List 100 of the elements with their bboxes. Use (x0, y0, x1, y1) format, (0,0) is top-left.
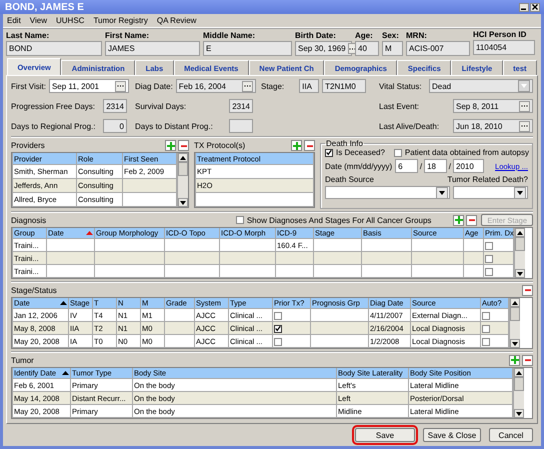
plus-icon (166, 142, 174, 150)
death-source-dropdown[interactable] (325, 186, 450, 199)
text-field[interactable]: 1104054 (473, 40, 535, 55)
checkbox[interactable] (482, 312, 490, 320)
down-arrow-icon (516, 412, 522, 416)
up-arrow-icon (180, 156, 186, 160)
number-field[interactable]: 2314 (229, 99, 253, 113)
window-title: BOND, JAMES E (5, 2, 84, 12)
date-field[interactable]: Sep 8, 2011 (453, 99, 533, 113)
minus-icon (468, 217, 475, 223)
date-separator: / (420, 162, 422, 170)
date-part-field[interactable]: 2010 (453, 159, 484, 173)
plus-icon (510, 356, 518, 364)
remove-button[interactable] (522, 284, 533, 296)
menu-item[interactable]: View (30, 16, 47, 25)
checkbox[interactable] (274, 312, 282, 320)
down-arrow-icon (517, 272, 523, 276)
checkbox[interactable] (482, 324, 490, 332)
date-picker-button[interactable] (114, 80, 126, 92)
checkbox[interactable] (485, 242, 493, 250)
scrollbar[interactable] (509, 298, 520, 348)
field-label: Last Alive/Death: (379, 122, 440, 130)
checkbox[interactable] (394, 148, 402, 156)
dialog-button[interactable]: Cancel (489, 428, 533, 442)
menu-item[interactable]: QA Review (156, 16, 196, 25)
text-field[interactable]: ACIS-007 (406, 41, 470, 56)
text-field[interactable]: JAMES (105, 41, 200, 56)
field-label: Birth Date: (295, 31, 337, 41)
field-label: First Visit: (11, 82, 46, 90)
remove-button[interactable] (178, 140, 189, 151)
date-part-field[interactable]: 18 (424, 159, 447, 173)
section-title: Stage/Status (11, 286, 57, 294)
date-picker-button[interactable] (519, 100, 530, 112)
field-label: Diag Date: (135, 82, 173, 90)
date-field[interactable]: Jun 18, 2010 (453, 119, 533, 133)
field-label: Last Event: (379, 102, 420, 110)
checkbox-label: Show Diagnoses And Stages For All Cancer Groups (246, 216, 432, 224)
add-button[interactable] (291, 140, 302, 151)
stage-field[interactable]: T2N1M0 (322, 79, 366, 93)
add-button[interactable] (509, 354, 520, 366)
date-separator: / (448, 162, 451, 170)
minimize-button[interactable] (519, 2, 529, 12)
date-field[interactable]: Sep 11, 2001 (48, 79, 129, 93)
menu-item[interactable]: UUHSC (56, 16, 84, 25)
checkbox[interactable] (485, 268, 493, 276)
checkbox[interactable] (274, 324, 282, 332)
field-label: Vital Status: (379, 82, 422, 90)
section-title: Tumor (11, 356, 34, 364)
plus-icon (454, 216, 463, 224)
dialog-button[interactable]: Save (355, 428, 415, 442)
minus-icon (524, 357, 530, 363)
section-title: Diagnosis (11, 216, 46, 224)
dialog-button[interactable]: Save & Close (423, 428, 481, 442)
scrollbar[interactable] (177, 153, 188, 207)
date-field[interactable]: Feb 16, 2004 (176, 79, 256, 93)
down-arrow-icon (180, 200, 186, 204)
text-field[interactable]: M (382, 41, 403, 56)
menu-item[interactable]: Tumor Registry (93, 16, 148, 25)
field-label: Stage: (261, 82, 284, 90)
number-field[interactable] (229, 119, 253, 133)
checkbox-label: Is Deceased? (336, 148, 385, 157)
close-button[interactable] (530, 2, 540, 12)
number-field[interactable]: 0 (103, 119, 127, 133)
add-button[interactable] (165, 140, 176, 151)
text-field[interactable]: BOND (6, 41, 102, 56)
date-part-field[interactable]: 6 (395, 159, 418, 173)
field-label: Sex: (382, 31, 400, 41)
date-picker-button[interactable] (242, 80, 253, 92)
close-icon (532, 4, 538, 10)
scrollbar[interactable] (514, 228, 525, 278)
checkbox[interactable] (274, 338, 282, 346)
dropdown-arrow-icon (517, 190, 523, 194)
checkbox-label: Patient data obtained from autopsy (404, 148, 530, 157)
field-label: MRN: (406, 31, 428, 41)
remove-button[interactable] (466, 214, 478, 226)
text-field[interactable]: 40 (355, 41, 379, 56)
tumor-related-dropdown[interactable] (453, 186, 528, 199)
field-label: First Name: (105, 31, 150, 41)
date-field[interactable]: Sep 30, 1969 (295, 41, 352, 56)
remove-button[interactable] (522, 354, 533, 366)
remove-button[interactable] (304, 140, 315, 151)
scrollbar[interactable] (513, 368, 524, 418)
status-dropdown[interactable]: Dead (429, 79, 533, 93)
checkbox[interactable] (325, 148, 333, 156)
up-arrow-icon (516, 370, 522, 374)
field-label: Date (mm/dd/yyyy) (325, 162, 392, 170)
minus-icon (524, 287, 530, 293)
checkbox[interactable] (236, 216, 244, 224)
field-label: Progression Free Days: (11, 102, 96, 110)
menu-item[interactable]: Edit (7, 16, 21, 25)
checkbox[interactable] (485, 254, 493, 262)
text-field[interactable]: E (203, 41, 292, 56)
checkbox[interactable] (482, 338, 490, 346)
field-label: Days to Regional Prog.: (11, 122, 96, 130)
add-button[interactable] (453, 214, 464, 226)
date-picker-button[interactable] (519, 120, 530, 132)
minus-icon (180, 142, 186, 148)
stage-field[interactable]: IIA (299, 79, 320, 93)
field-label: Death Source (325, 175, 374, 184)
number-field[interactable]: 2314 (103, 99, 127, 113)
